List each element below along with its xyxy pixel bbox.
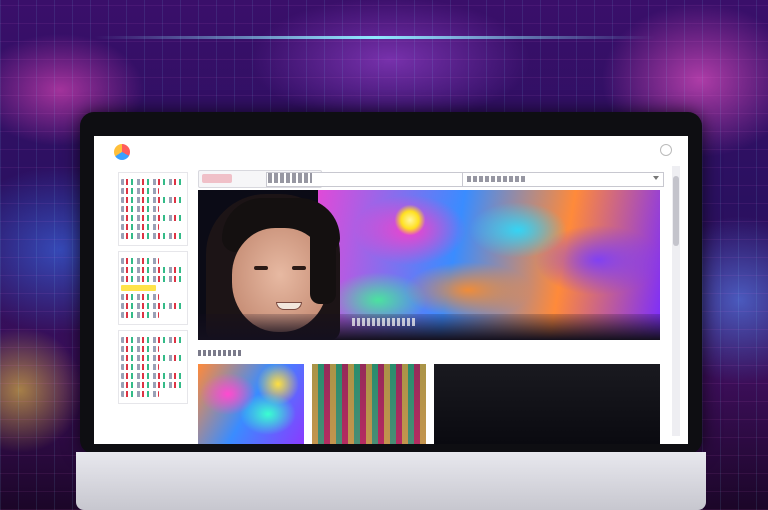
hero-video-thumbnail[interactable] xyxy=(198,190,660,340)
video-thumbnail[interactable] xyxy=(312,364,426,444)
sidebar-item[interactable] xyxy=(121,179,185,185)
sidebar-group xyxy=(118,172,188,246)
sidebar-group xyxy=(118,330,188,404)
sidebar-item[interactable] xyxy=(121,188,160,194)
sidebar-item[interactable] xyxy=(121,355,185,361)
hair-side-shape xyxy=(310,224,336,304)
sidebar-item[interactable] xyxy=(121,312,160,318)
sidebar-item[interactable] xyxy=(121,294,160,300)
eye-shape xyxy=(292,266,306,270)
sort-selected-value xyxy=(467,176,525,182)
hero-caption xyxy=(352,318,416,326)
monitor-chin xyxy=(76,452,706,510)
hero-floor-shade xyxy=(198,314,660,340)
sidebar-item[interactable] xyxy=(121,303,185,309)
scrollbar-thumb[interactable] xyxy=(673,176,679,246)
sidebar-item[interactable] xyxy=(121,215,185,221)
sidebar-item[interactable] xyxy=(121,391,160,397)
sidebar-item[interactable] xyxy=(121,346,160,352)
sidebar-item-highlighted[interactable] xyxy=(121,285,157,291)
sidebar-item[interactable] xyxy=(121,224,160,230)
mouth-shape xyxy=(276,302,302,310)
poster-headline xyxy=(60,0,700,30)
sidebar-item[interactable] xyxy=(121,258,160,264)
chevron-down-icon xyxy=(653,176,659,180)
close-icon[interactable] xyxy=(660,144,672,156)
sidebar-item[interactable] xyxy=(121,373,185,379)
sidebar-item[interactable] xyxy=(121,197,185,203)
sidebar-item[interactable] xyxy=(121,337,185,343)
poster-subline xyxy=(120,62,640,98)
filter-chip[interactable] xyxy=(202,174,232,183)
sidebar-item[interactable] xyxy=(121,206,160,212)
video-thumbnail[interactable] xyxy=(434,364,660,444)
headline-underline xyxy=(95,36,655,39)
sidebar-item[interactable] xyxy=(121,382,185,388)
sort-dropdown[interactable] xyxy=(462,172,664,187)
sidebar-item[interactable] xyxy=(121,267,185,273)
app-logo-icon[interactable] xyxy=(114,144,130,160)
search-input[interactable] xyxy=(268,173,312,183)
sidebar-item[interactable] xyxy=(121,364,160,370)
sidebar-item[interactable] xyxy=(121,233,185,239)
section-label xyxy=(198,350,242,356)
scrollbar[interactable] xyxy=(672,166,680,436)
sidebar-item[interactable] xyxy=(121,276,185,282)
sidebar-group xyxy=(118,251,188,325)
video-thumbnail[interactable] xyxy=(198,364,304,444)
app-screen xyxy=(94,136,688,444)
eye-shape xyxy=(254,266,268,270)
sidebar xyxy=(118,166,188,444)
